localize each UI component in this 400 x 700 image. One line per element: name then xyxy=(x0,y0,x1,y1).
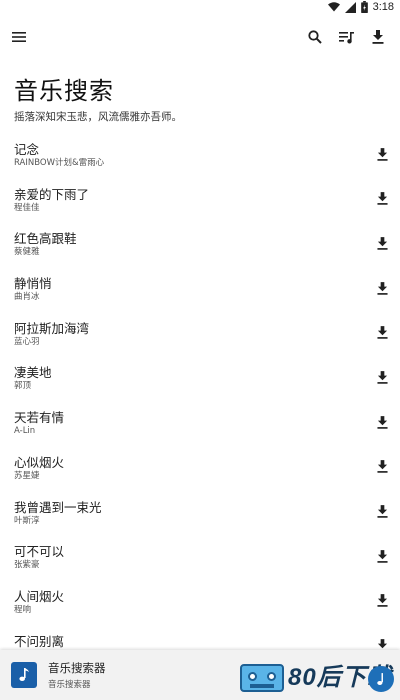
song-artist: 程响 xyxy=(14,604,32,615)
battery-icon xyxy=(360,1,368,13)
song-title: 亲爱的下雨了 xyxy=(14,186,90,202)
cassette-icon xyxy=(240,664,284,692)
signal-icon xyxy=(344,1,356,13)
player-title: 音乐搜索器 xyxy=(48,661,106,675)
toolbar xyxy=(0,18,400,56)
song-title: 心似烟火 xyxy=(14,454,65,470)
playlist-icon[interactable] xyxy=(335,26,357,48)
song-title: 可不可以 xyxy=(14,544,65,560)
player-subtitle: 音乐搜索器 xyxy=(48,680,91,690)
list-item[interactable]: 不问别离 xyxy=(0,622,400,650)
song-title: 记念 xyxy=(14,142,40,157)
download-icon[interactable] xyxy=(374,191,390,207)
song-title: 凄美地 xyxy=(14,365,52,381)
list-item[interactable]: 红色高跟鞋 蔡健雅 xyxy=(0,219,400,264)
music-note-icon xyxy=(368,666,394,692)
download-icon[interactable] xyxy=(374,638,390,650)
song-title: 红色高跟鞋 xyxy=(14,231,77,247)
download-icon[interactable] xyxy=(374,235,390,251)
download-all-icon[interactable] xyxy=(367,26,389,48)
list-item[interactable]: 阿拉斯加海湾 蓝心羽 xyxy=(0,309,400,354)
download-icon[interactable] xyxy=(374,504,390,520)
download-icon[interactable] xyxy=(374,414,390,430)
status-icons: 3:18 xyxy=(327,1,394,13)
song-title: 人间烟火 xyxy=(14,588,65,604)
song-list: 记念 RAINBOW计划&雷雨心 亲爱的下雨了 程佳佳 红色高跟鞋 蔡健雅 静悄… xyxy=(0,130,400,650)
menu-icon[interactable] xyxy=(8,26,30,48)
list-item[interactable]: 人间烟火 程响 xyxy=(0,577,400,622)
song-artist: 曲肖冰 xyxy=(14,292,40,303)
download-icon[interactable] xyxy=(374,146,390,162)
song-artist: 叶斯淳 xyxy=(14,515,40,526)
list-item[interactable]: 我曾遇到一束光 叶斯淳 xyxy=(0,488,400,533)
download-icon[interactable] xyxy=(374,593,390,609)
song-artist: A-Lin xyxy=(14,426,36,437)
song-title: 不问别离 xyxy=(14,633,65,649)
watermark-logo: 80后下载 xyxy=(240,662,400,696)
page-title: 音乐搜索 xyxy=(14,77,114,105)
download-icon[interactable] xyxy=(374,369,390,385)
wifi-icon xyxy=(327,2,340,12)
list-item[interactable]: 静悄悄 曲肖冰 xyxy=(0,264,400,309)
song-title: 我曾遇到一束光 xyxy=(14,499,102,515)
list-item[interactable]: 记念 RAINBOW计划&雷雨心 xyxy=(0,130,400,175)
header: 音乐搜索 摇落深知宋玉悲，风流儒雅亦吾师。 xyxy=(14,74,384,124)
song-artist: 蔡健雅 xyxy=(14,247,40,258)
song-artist: 蓝心羽 xyxy=(14,336,40,347)
download-icon[interactable] xyxy=(374,459,390,475)
music-note-icon xyxy=(19,668,29,681)
song-artist: 苏星婕 xyxy=(14,470,40,481)
list-item[interactable]: 可不可以 张紫豪 xyxy=(0,532,400,577)
list-item[interactable]: 亲爱的下雨了 程佳佳 xyxy=(0,175,400,220)
list-item[interactable]: 心似烟火 苏星婕 xyxy=(0,443,400,488)
download-icon[interactable] xyxy=(374,548,390,564)
song-title: 阿拉斯加海湾 xyxy=(14,320,90,336)
status-time: 3:18 xyxy=(372,1,394,13)
page-subtitle: 摇落深知宋玉悲，风流儒雅亦吾师。 xyxy=(14,111,182,123)
song-artist: 郭顶 xyxy=(14,381,32,392)
status-bar: 3:18 xyxy=(0,0,400,16)
song-artist: 张紫豪 xyxy=(14,560,40,571)
download-icon[interactable] xyxy=(374,325,390,341)
download-icon[interactable] xyxy=(374,280,390,296)
search-icon[interactable] xyxy=(304,26,326,48)
song-title: 静悄悄 xyxy=(14,276,52,292)
song-title: 天若有情 xyxy=(14,410,65,426)
song-artist: 程佳佳 xyxy=(14,202,40,213)
list-item[interactable]: 天若有情 A-Lin xyxy=(0,398,400,443)
list-item[interactable]: 凄美地 郭顶 xyxy=(0,353,400,398)
album-cover[interactable] xyxy=(11,662,37,688)
song-artist: RAINBOW计划&雷雨心 xyxy=(14,158,105,168)
